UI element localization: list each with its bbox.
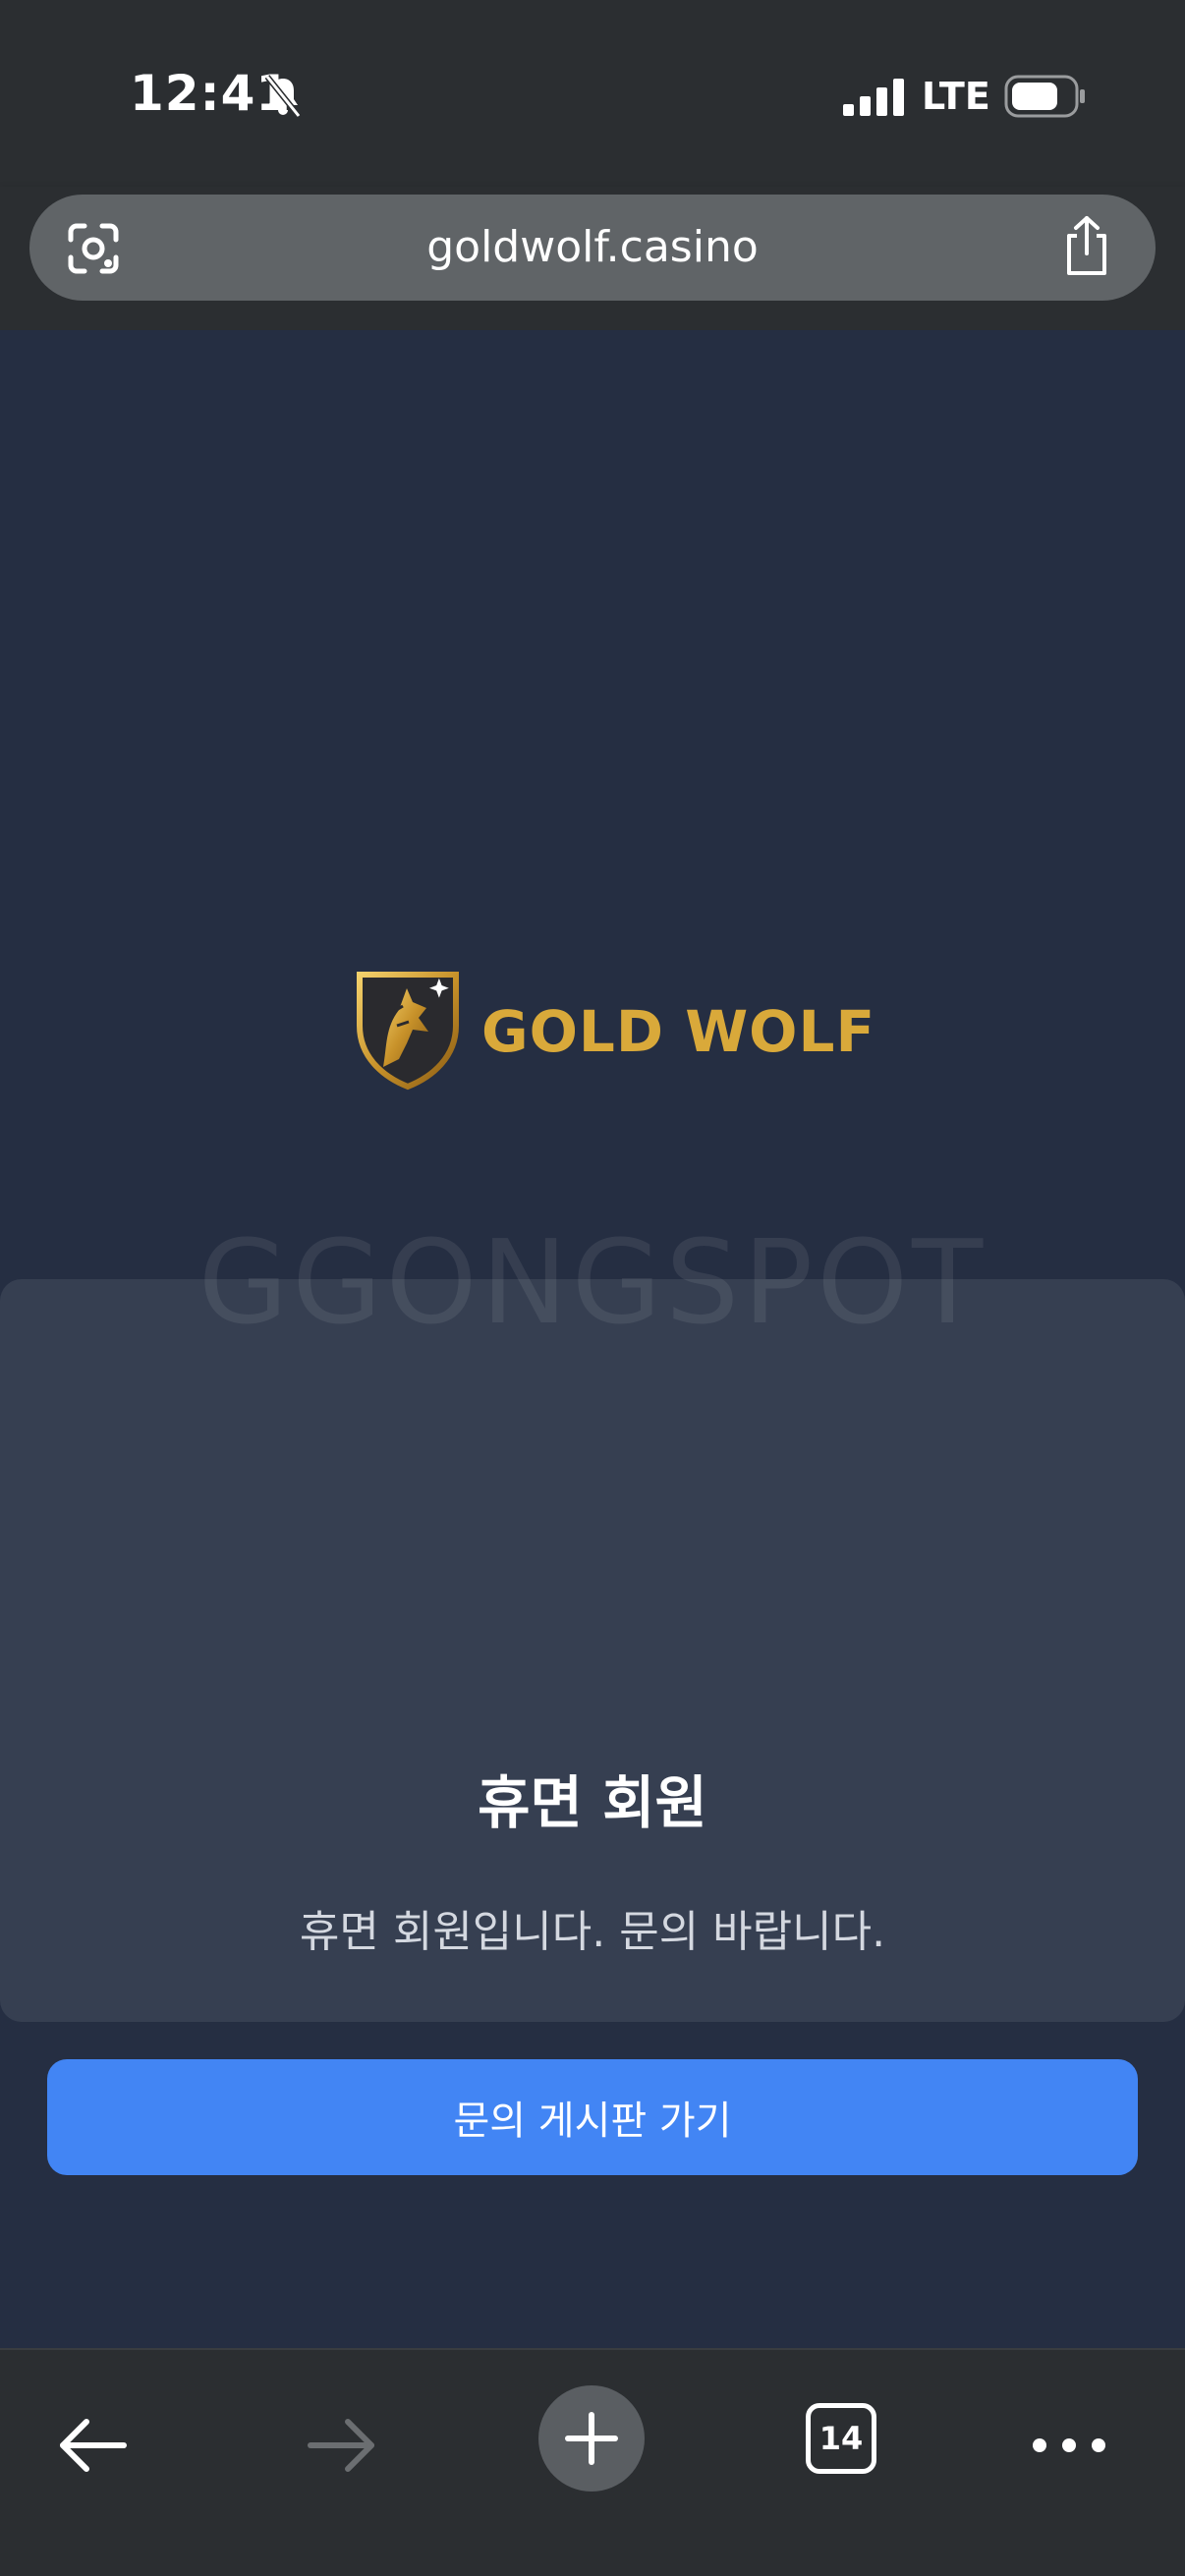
more-icon[interactable] [1032, 2409, 1106, 2482]
tab-switcher-button[interactable]: 14 [806, 2403, 876, 2474]
go-to-inquiry-board-button[interactable]: 문의 게시판 가기 [47, 2059, 1138, 2175]
bell-slash-icon [264, 75, 302, 118]
plus-icon [565, 2412, 618, 2465]
forward-icon[interactable] [305, 2409, 377, 2482]
brand-logo: GOLD WOLF [354, 969, 875, 1096]
url-text[interactable]: goldwolf.casino [29, 222, 1156, 272]
page-content: GOLD WOLF 휴면 회원 휴면 회원입니다. 문의 바랍니다. 문의 게시… [0, 330, 1185, 2348]
status-bar: 12:41 LTE [0, 0, 1185, 187]
battery-icon [1004, 75, 1085, 118]
back-icon[interactable] [57, 2409, 130, 2482]
watermark: GGONGSPOT [198, 1214, 988, 1350]
bottom-toolbar: 14 [0, 2348, 1185, 2576]
brand-name: GOLD WOLF [481, 998, 876, 1065]
wolf-shield-icon [357, 972, 459, 1091]
modal-title: 휴면 회원 [478, 1769, 707, 1836]
share-icon[interactable] [1059, 214, 1114, 277]
signal-icon [843, 79, 904, 116]
network-label: LTE [922, 75, 990, 118]
browser-toolbar: goldwolf.casino [0, 187, 1185, 330]
new-tab-button[interactable] [538, 2385, 645, 2492]
address-bar[interactable]: goldwolf.casino [29, 195, 1156, 301]
dormant-member-modal: 휴면 회원 휴면 회원입니다. 문의 바랍니다. 문의 게시판 가기 [0, 1279, 1185, 2175]
modal-message: 휴면 회원입니다. 문의 바랍니다. [299, 1907, 886, 1957]
